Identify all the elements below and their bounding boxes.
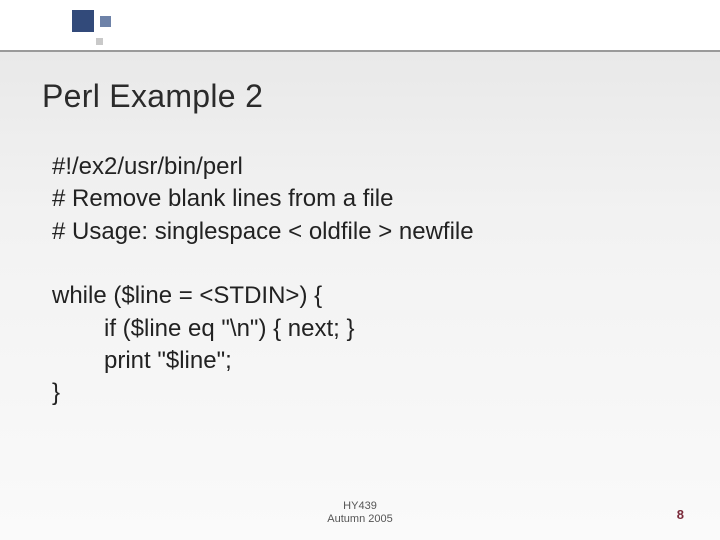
code-line: # Usage: singlespace < oldfile > newfile [52,216,678,248]
title-bar [0,0,720,52]
page-number: 8 [677,507,684,522]
code-line: # Remove blank lines from a file [52,183,678,215]
square-icon [70,8,96,34]
code-block-header: #!/ex2/usr/bin/perl # Remove blank lines… [52,151,678,248]
footer-course: HY439 [0,500,720,513]
slide-content: Perl Example 2 #!/ex2/usr/bin/perl # Rem… [0,52,720,540]
code-block: #!/ex2/usr/bin/perl # Remove blank lines… [42,151,678,410]
code-line: #!/ex2/usr/bin/perl [52,151,678,183]
square-icon [94,36,105,47]
code-line: while ($line = <STDIN>) { [52,280,678,312]
code-line: print "$line"; [52,345,678,377]
square-icon [98,14,113,29]
code-line: } [52,377,678,409]
code-line: if ($line eq "\n") { next; } [52,313,678,345]
footer-center: HY439 Autumn 2005 [0,500,720,526]
code-block-body: while ($line = <STDIN>) { if ($line eq "… [52,280,678,410]
decorative-squares [70,8,114,52]
footer-term: Autumn 2005 [0,513,720,526]
slide-title: Perl Example 2 [42,78,678,115]
